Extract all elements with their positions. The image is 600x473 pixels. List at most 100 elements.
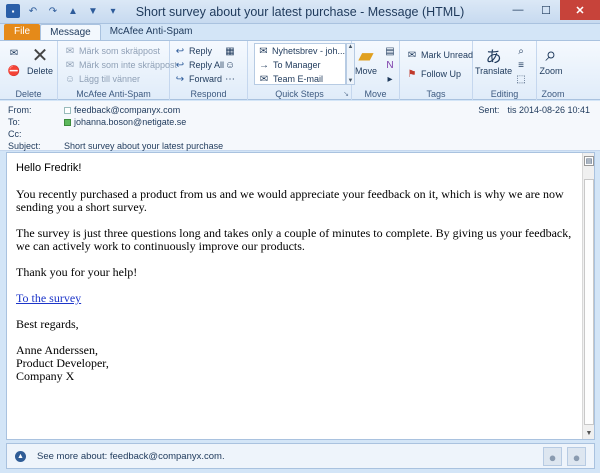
move-group-label: Move	[364, 89, 387, 99]
survey-link[interactable]: To the survey	[16, 291, 81, 305]
move-label: Move	[354, 66, 377, 76]
antispam-group: ✉ Märk som skräppost ✉ Märk som inte skräp…	[58, 41, 177, 100]
reply-all-label: Reply All	[189, 60, 225, 70]
ignore-button[interactable]: ✉	[8, 47, 20, 59]
select-icon: ⬚	[516, 73, 526, 85]
quicksteps-group-label: Quick Steps	[275, 89, 324, 99]
junk-icon: ⛔	[7, 65, 21, 77]
quickstep-item[interactable]: ✉ Nyhetsbrev - joh...	[255, 44, 345, 58]
reply-button[interactable]: ↩ Reply	[174, 45, 212, 57]
mark-not-spam-button[interactable]: ✉ Märk som inte skräppost	[64, 59, 177, 71]
delete-icon: ✕	[31, 44, 49, 67]
mark-spam-label: Märk som skräppost	[79, 46, 161, 56]
flag-icon: ⚑	[407, 68, 417, 80]
avatar[interactable]: ●	[567, 447, 586, 466]
move-group: ▰ Move ▤ N ▸ Move	[352, 41, 400, 100]
zoom-group: ⌕ Zoom Zoom	[537, 41, 569, 100]
message-body-pane[interactable]: Hello Fredrik! You recently purchased a …	[6, 152, 595, 440]
to-value[interactable]: johanna.boson@netigate.se	[74, 117, 186, 127]
follow-up-label: Follow Up	[421, 69, 462, 79]
actions-button[interactable]: ▸	[384, 73, 396, 85]
follow-up-button[interactable]: ⚑ Follow Up	[406, 68, 462, 80]
closing: Best regards,	[16, 317, 79, 331]
forward-button[interactable]: ↪ Forward	[174, 73, 222, 85]
tab-mcafee-anti-spam[interactable]: McAfee Anti-Spam	[101, 24, 202, 40]
close-button[interactable]: ✕	[560, 0, 600, 20]
related-button[interactable]: ≡	[515, 59, 527, 71]
related-icon: ≡	[518, 59, 524, 71]
mark-unread-button[interactable]: ✉ Mark Unread	[406, 49, 473, 61]
respond-group: ↩ Reply ↩ Reply All ↪ Forward ▦ ☺ ⋯ Respond	[170, 41, 248, 100]
tab-message[interactable]: Message	[40, 24, 101, 40]
more-respond-button[interactable]: ⋯	[224, 73, 236, 85]
editing-group: あ Translate ⌕ ≡ ⬚ Editing	[473, 41, 537, 100]
ribbon: ✉ ⛔ ✕ Delete Delete ✉ Märk som skräppost …	[0, 40, 600, 100]
antispam-group-label: McAfee Anti-Spam	[76, 89, 151, 99]
greeting: Hello Fredrik!	[16, 162, 82, 174]
cc-row: Cc:	[8, 129, 64, 139]
paragraph-3: Thank you for your help!	[16, 265, 138, 279]
reply-icon: ↩	[175, 45, 185, 57]
people-pane-text: See more about: feedback@companyx.com.	[37, 451, 225, 462]
people-pane: ▲ See more about: feedback@companyx.com.…	[6, 443, 595, 469]
translate-icon: あ	[485, 49, 502, 66]
to-row: To: johanna.boson@netigate.se	[8, 117, 186, 127]
quickstep-label: To Manager	[273, 60, 321, 70]
to-label: To:	[8, 117, 21, 127]
sent-row: Sent: tis 2014-08-26 10:41	[470, 105, 590, 115]
select-button[interactable]: ⬚	[515, 73, 527, 85]
ignore-icon: ✉	[9, 47, 19, 59]
message-body: Hello Fredrik! You recently purchased a …	[16, 162, 574, 383]
scroll-thumb[interactable]	[584, 179, 594, 425]
junk-button[interactable]: ⛔	[8, 65, 20, 77]
maximize-button[interactable]: ☐	[532, 0, 560, 20]
reply-label: Reply	[189, 46, 213, 56]
more-respond-icon: ⋯	[225, 73, 235, 85]
newsletter-icon: ✉	[259, 45, 268, 57]
quickstep-item[interactable]: ✉ Team E-mail	[255, 72, 345, 86]
translate-button[interactable]: あ Translate	[475, 44, 512, 76]
meeting-button[interactable]: ▦	[224, 45, 236, 57]
delete-group: ✉ ⛔ ✕ Delete Delete	[0, 41, 58, 100]
to-manager-icon: →	[259, 59, 269, 71]
sent-label: Sent:	[478, 105, 500, 115]
rules-icon: ▤	[385, 45, 395, 57]
dialog-launcher-icon[interactable]: ↘	[343, 90, 349, 98]
cc-label: Cc:	[8, 129, 22, 139]
avatar[interactable]: ●	[543, 447, 562, 466]
quickstep-label: Team E-mail	[273, 74, 324, 84]
translate-label: Translate	[475, 66, 513, 76]
tags-group-label: Tags	[426, 89, 446, 99]
subject-label: Subject:	[8, 141, 41, 151]
ribbon-tabs: File Message McAfee Anti-Spam	[0, 24, 600, 40]
envelope-icon: ✉	[407, 49, 417, 61]
im-button[interactable]: ☺	[224, 59, 236, 71]
team-email-icon: ✉	[259, 73, 269, 85]
subject-value: Short survey about your latest purchase	[64, 141, 224, 151]
vertical-scrollbar[interactable]: ▤ ▼	[582, 153, 594, 439]
add-friends-button[interactable]: ☺ Lägg till vänner	[64, 73, 140, 85]
move-button[interactable]: ▰ Move	[354, 44, 378, 77]
folder-icon: ▰	[358, 44, 374, 67]
quickstep-item[interactable]: → To Manager	[255, 58, 345, 72]
mark-not-spam-icon: ✉	[65, 59, 75, 71]
delete-button[interactable]: ✕ Delete	[27, 44, 53, 77]
rules-button[interactable]: ▤	[384, 45, 396, 57]
from-row: From: feedback@companyx.com	[8, 105, 180, 115]
from-value[interactable]: feedback@companyx.com	[74, 105, 180, 115]
reply-all-button[interactable]: ↩ Reply All	[174, 59, 224, 71]
page-icon[interactable]: ▤	[584, 156, 594, 166]
zoom-button[interactable]: ⌕ Zoom	[539, 44, 563, 77]
expand-people-pane-icon[interactable]: ▲	[15, 451, 26, 462]
find-button[interactable]: ⌕	[515, 45, 527, 57]
onenote-button[interactable]: N	[384, 59, 396, 71]
onenote-icon: N	[386, 59, 394, 71]
editing-group-label: Editing	[490, 89, 519, 99]
tab-file[interactable]: File	[4, 24, 41, 40]
minimize-button[interactable]: —	[504, 0, 532, 20]
paragraph-2: The survey is just three questions long …	[16, 226, 572, 253]
mark-spam-button[interactable]: ✉ Märk som skräppost	[64, 45, 160, 57]
scroll-down-icon[interactable]: ▼	[583, 428, 595, 439]
mark-unread-label: Mark Unread	[421, 50, 474, 60]
tags-group: ✉ Mark Unread ⚑ Follow Up Tags	[400, 41, 473, 100]
